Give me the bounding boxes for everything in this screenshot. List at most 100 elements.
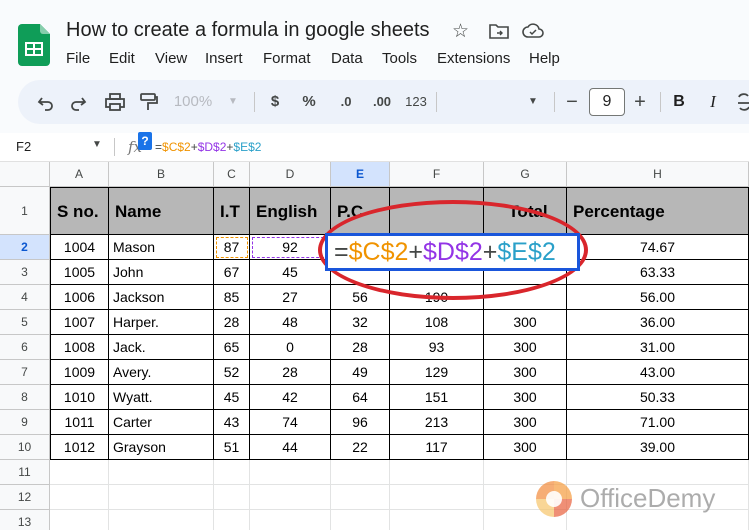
column-header-e[interactable]: E xyxy=(331,162,390,187)
move-folder-icon[interactable] xyxy=(489,23,509,39)
cell-H8[interactable]: 50.33 xyxy=(567,385,749,410)
row-header-3[interactable]: 3 xyxy=(0,260,50,285)
cell-G5[interactable]: 300 xyxy=(484,310,567,335)
cell-D4[interactable]: 27 xyxy=(250,285,331,310)
cell-F11[interactable] xyxy=(390,460,484,485)
cell-B1[interactable]: Name xyxy=(109,187,214,235)
cell-D10[interactable]: 44 xyxy=(250,435,331,460)
undo-icon[interactable] xyxy=(36,80,56,124)
cloud-saved-icon[interactable] xyxy=(522,23,544,39)
menu-edit[interactable]: Edit xyxy=(109,50,135,67)
menu-data[interactable]: Data xyxy=(331,50,363,67)
cell-A4[interactable]: 1006 xyxy=(50,285,109,310)
currency-format-button[interactable]: $ xyxy=(266,80,284,124)
cell-D11[interactable] xyxy=(250,460,331,485)
row-header-4[interactable]: 4 xyxy=(0,285,50,310)
font-dropdown-icon[interactable]: ▼ xyxy=(526,80,540,124)
percent-format-button[interactable]: % xyxy=(300,80,318,124)
cell-C11[interactable] xyxy=(214,460,250,485)
cell-B9[interactable]: Carter xyxy=(109,410,214,435)
cell-H6[interactable]: 31.00 xyxy=(567,335,749,360)
cell-C1[interactable]: I.T xyxy=(214,187,250,235)
cell-F8[interactable]: 151 xyxy=(390,385,484,410)
column-header-c[interactable]: C xyxy=(214,162,250,187)
number-format-button[interactable]: 123 xyxy=(402,80,430,124)
cell-C13[interactable] xyxy=(214,510,250,530)
row-header-10[interactable]: 10 xyxy=(0,435,50,460)
cell-E5[interactable]: 32 xyxy=(331,310,390,335)
cell-E9[interactable]: 96 xyxy=(331,410,390,435)
formula-input[interactable]: =$C$2+$D$2+$E$2 xyxy=(155,140,261,154)
cell-D1[interactable]: English xyxy=(250,187,331,235)
cell-F13[interactable] xyxy=(390,510,484,530)
star-icon[interactable]: ☆ xyxy=(452,20,469,43)
name-box-dropdown-icon[interactable]: ▼ xyxy=(92,139,102,150)
name-box[interactable]: F2 xyxy=(16,139,31,154)
cell-F7[interactable]: 129 xyxy=(390,360,484,385)
cell-F12[interactable] xyxy=(390,485,484,510)
cell-E11[interactable] xyxy=(331,460,390,485)
cell-F9[interactable]: 213 xyxy=(390,410,484,435)
cell-E12[interactable] xyxy=(331,485,390,510)
cell-G9[interactable]: 300 xyxy=(484,410,567,435)
cell-B13[interactable] xyxy=(109,510,214,530)
cell-A1[interactable]: S no. xyxy=(50,187,109,235)
cell-F6[interactable]: 93 xyxy=(390,335,484,360)
cell-G6[interactable]: 300 xyxy=(484,335,567,360)
cell-A7[interactable]: 1009 xyxy=(50,360,109,385)
column-header-g[interactable]: G xyxy=(484,162,567,187)
cell-G7[interactable]: 300 xyxy=(484,360,567,385)
row-header-6[interactable]: 6 xyxy=(0,335,50,360)
cell-F10[interactable]: 117 xyxy=(390,435,484,460)
cell-E10[interactable]: 22 xyxy=(331,435,390,460)
cell-E8[interactable]: 64 xyxy=(331,385,390,410)
document-title[interactable]: How to create a formula in google sheets xyxy=(66,19,430,42)
decrease-decimal-button[interactable]: .0 xyxy=(332,80,360,124)
menu-tools[interactable]: Tools xyxy=(382,50,417,67)
cell-E6[interactable]: 28 xyxy=(331,335,390,360)
zoom-dropdown-icon[interactable]: ▼ xyxy=(226,80,240,124)
cell-C6[interactable]: 65 xyxy=(214,335,250,360)
zoom-select[interactable]: 100% xyxy=(168,80,218,124)
paint-format-icon[interactable] xyxy=(138,80,160,124)
menu-format[interactable]: Format xyxy=(263,50,311,67)
cell-H7[interactable]: 43.00 xyxy=(567,360,749,385)
cell-A9[interactable]: 1011 xyxy=(50,410,109,435)
cell-B8[interactable]: Wyatt. xyxy=(109,385,214,410)
cell-C9[interactable]: 43 xyxy=(214,410,250,435)
row-header-8[interactable]: 8 xyxy=(0,385,50,410)
cell-B11[interactable] xyxy=(109,460,214,485)
cell-A13[interactable] xyxy=(50,510,109,530)
cell-A5[interactable]: 1007 xyxy=(50,310,109,335)
cell-B2[interactable]: Mason xyxy=(109,235,214,260)
row-header-5[interactable]: 5 xyxy=(0,310,50,335)
row-header-11[interactable]: 11 xyxy=(0,460,50,485)
print-icon[interactable] xyxy=(104,80,126,124)
cell-C8[interactable]: 45 xyxy=(214,385,250,410)
cell-C12[interactable] xyxy=(214,485,250,510)
increase-font-size-button[interactable]: + xyxy=(630,80,650,124)
cell-B12[interactable] xyxy=(109,485,214,510)
menu-view[interactable]: View xyxy=(155,50,187,67)
cell-D3[interactable]: 45 xyxy=(250,260,331,285)
cell-H2[interactable]: 74.67 xyxy=(567,235,749,260)
row-header-12[interactable]: 12 xyxy=(0,485,50,510)
cell-D8[interactable]: 42 xyxy=(250,385,331,410)
row-header-7[interactable]: 7 xyxy=(0,360,50,385)
cell-H3[interactable]: 63.33 xyxy=(567,260,749,285)
cell-G8[interactable]: 300 xyxy=(484,385,567,410)
row-header-9[interactable]: 9 xyxy=(0,410,50,435)
cell-B6[interactable]: Jack. xyxy=(109,335,214,360)
redo-icon[interactable] xyxy=(68,80,88,124)
cell-C3[interactable]: 67 xyxy=(214,260,250,285)
row-header-13[interactable]: 13 xyxy=(0,510,50,530)
cell-D12[interactable] xyxy=(250,485,331,510)
column-header-h[interactable]: H xyxy=(567,162,749,187)
sheets-logo[interactable] xyxy=(18,24,50,66)
cell-D13[interactable] xyxy=(250,510,331,530)
menu-insert[interactable]: Insert xyxy=(205,50,243,67)
cell-A2[interactable]: 1004 xyxy=(50,235,109,260)
help-badge-icon[interactable]: ? xyxy=(138,132,152,150)
cell-B7[interactable]: Avery. xyxy=(109,360,214,385)
cell-B10[interactable]: Grayson xyxy=(109,435,214,460)
